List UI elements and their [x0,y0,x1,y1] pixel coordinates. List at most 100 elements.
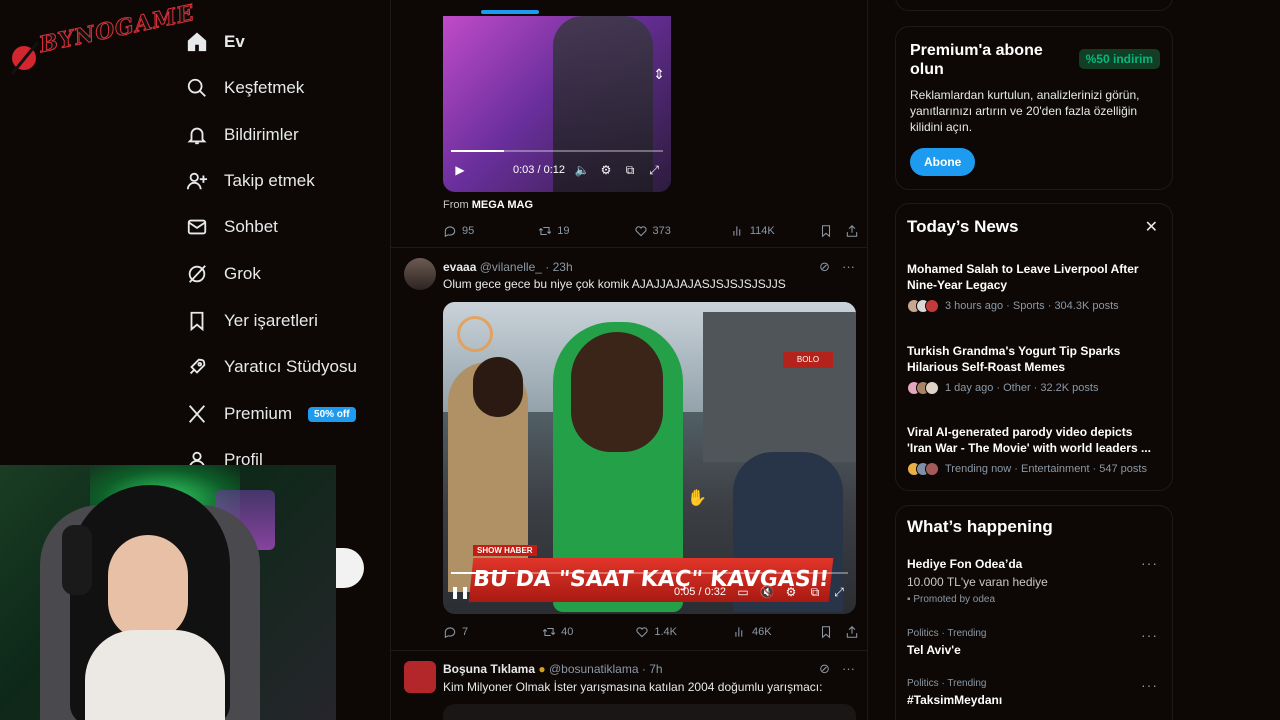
bookmark-icon [821,225,831,238]
tweet-actions: 7 40 1.4K 46K [443,622,859,642]
mute-icon[interactable]: 🔇 [760,585,775,599]
fullscreen-icon[interactable]: ⤢ [832,585,846,599]
tweet-time[interactable]: · 23h [545,260,572,274]
pip-icon[interactable]: ⧉ [623,163,637,177]
more-options-icon[interactable]: ··· [842,661,855,677]
bookmark-icon [821,626,831,639]
analytics-icon [733,226,741,236]
avatar[interactable] [404,661,436,693]
like-button[interactable]: 373 [634,224,671,238]
author-name[interactable]: evaaa [443,260,476,274]
nav-label: Sohbet [224,217,278,236]
volume-icon[interactable]: 🔈 [575,163,590,177]
trend-category: Politics · Trending [907,678,987,689]
more-options-icon[interactable]: ··· [842,259,855,275]
nav-item-home[interactable]: Ev [186,24,245,60]
nav-item-creator-studio[interactable]: Yaratıcı Stüdyosu [186,349,357,385]
bookmark-icon [186,310,208,332]
news-item-title[interactable]: Turkish Grandma's Yogurt Tip Sparks Hila… [907,343,1157,375]
nav-item-grok[interactable]: Grok [186,256,261,292]
pip-icon[interactable]: ⧉ [808,585,822,599]
nav-item-chat[interactable]: Sohbet [186,209,278,245]
add-user-icon [186,170,208,192]
promoted-trend-name[interactable]: Hediye Fon Odea’da [907,557,1022,571]
views-button[interactable]: 114K [731,224,775,238]
nav-label: Yaratıcı Stüdyosu [224,357,357,376]
grok-icon[interactable]: ⊘ [819,661,830,677]
bookmark-button[interactable] [819,625,833,639]
mail-icon [186,216,208,238]
news-item-title[interactable]: Mohamed Salah to Leave Liverpool After N… [907,261,1157,293]
nav-item-explore[interactable]: Keşfetmek [186,70,304,106]
subscribe-button[interactable]: Abone [910,148,976,176]
bookmark-button[interactable] [819,224,833,238]
grok-icon [186,263,208,285]
tweet-time[interactable]: · 7h [642,662,663,676]
nav-label: Grok [224,264,261,283]
tweet-text: Kim Milyoner Olmak İster yarışmasına kat… [443,680,823,694]
analytics-icon [735,627,743,637]
captions-icon[interactable]: ▭ [736,585,750,599]
video-player[interactable]: BOLO SHOW HABER BU DA "SAAT KAÇ" KAVGASI… [443,302,856,614]
nav-item-bookmarks[interactable]: Yer işaretleri [186,303,318,339]
expand-chevrons-icon[interactable]: ⇕ [653,66,665,83]
repost-button[interactable]: 40 [542,625,573,639]
share-button[interactable] [845,224,859,238]
settings-icon[interactable]: ⚙ [784,585,798,599]
grok-icon[interactable]: ⊘ [819,259,830,275]
hand-cursor-icon: ✋ [687,490,707,507]
play-icon[interactable]: ▶ [453,163,467,177]
pause-icon[interactable]: ❚❚ [450,585,470,599]
tweet-header: evaaa @vilanelle_ · 23h [443,260,573,274]
close-icon[interactable]: ✕ [1145,217,1158,237]
share-icon [846,626,858,638]
nav-label: Bildirimler [224,125,299,144]
author-name[interactable]: Boşuna Tıklama [443,662,535,676]
share-button[interactable] [845,625,859,639]
search-card [895,0,1173,11]
author-handle[interactable]: @vilanelle_ [480,260,542,274]
nav-item-premium[interactable]: Premium 50% off [186,396,356,432]
more-options-icon[interactable]: ··· [1141,627,1158,643]
rocket-icon [186,356,208,378]
reply-button[interactable]: 7 [443,625,468,639]
heart-icon [636,627,648,638]
more-options-icon[interactable]: ··· [1141,677,1158,693]
more-options-icon[interactable]: ··· [1141,555,1158,571]
trend-name[interactable]: #TaksimMeydanı [907,693,1002,707]
floating-button[interactable] [336,548,364,588]
reply-icon [444,627,456,639]
repost-button[interactable]: 19 [538,224,570,238]
views-button[interactable]: 46K [733,625,772,639]
nav-item-notifications[interactable]: Bildirimler [186,117,299,153]
premium-description: Reklamlardan kurtulun, analizlerinizi gö… [910,88,1140,134]
promoted-icon: ▪ [907,594,911,605]
like-button[interactable]: 1.4K [635,625,677,639]
whats-happening-card: What’s happening Hediye Fon Odea’da ··· … [895,505,1173,720]
source-name[interactable]: MEGA MAG [472,199,533,211]
heart-icon [634,226,647,237]
author-handle[interactable]: @bosunatiklama [549,662,639,676]
news-item-title[interactable]: Viral AI-generated parody video depicts … [907,424,1157,456]
webcam-overlay [0,465,336,720]
nav-label: Keşfetmek [224,78,305,97]
fullscreen-icon[interactable]: ⤢ [647,163,661,177]
media-preview[interactable] [443,704,856,720]
tweet-header: Boşuna Tıklama ● @bosunatiklama · 7h [443,662,663,676]
discount-badge: %50 indirim [1078,49,1160,69]
home-icon [186,31,208,53]
settings-icon[interactable]: ⚙ [599,163,613,177]
avatar[interactable] [404,258,436,290]
bell-icon [186,124,208,146]
section-title: Today’s News [907,217,1019,236]
avatar-stack [907,462,939,476]
news-item-meta: Trending now · Entertainment · 547 posts [907,462,1147,476]
reply-button[interactable]: 95 [443,224,474,238]
trend-name[interactable]: Tel Aviv'e [907,643,961,657]
tweet-text: Olum gece gece bu niye çok komik AJAJJAJ… [443,277,786,291]
nav-item-follow[interactable]: Takip etmek [186,163,315,199]
search-icon [186,77,208,99]
promoted-trend-subtitle: 10.000 TL'ye varan hediye [907,575,1048,589]
video-player[interactable]: ⇕ ▶ 0:03 / 0:12 🔈 ⚙ ⧉ ⤢ [443,16,671,192]
promoted-label: ▪ Promoted by odea [907,594,996,605]
